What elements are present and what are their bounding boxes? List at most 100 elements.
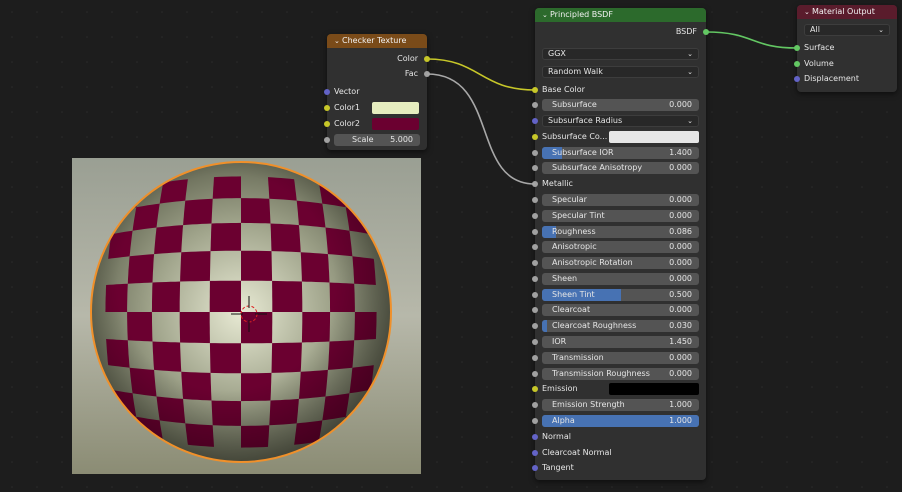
ior-slider[interactable]: IOR 1.450 [542, 336, 699, 348]
color1-swatch[interactable] [372, 102, 419, 114]
grid-dot [511, 136, 513, 138]
anisotropic-socket[interactable] [532, 244, 538, 250]
specular-tint-slider[interactable]: Specular Tint 0.000 [542, 210, 699, 222]
sheen-tint-slider[interactable]: Sheen Tint 0.500 [542, 289, 699, 301]
subsurface-anisotropy-row: Subsurface Anisotropy 0.000 [532, 160, 706, 176]
output-color-label: Color [397, 54, 418, 63]
subsurface-slider[interactable]: Subsurface 0.000 [542, 99, 699, 111]
vector-input-socket[interactable] [324, 89, 330, 95]
specular-socket[interactable] [532, 197, 538, 203]
grid-dot [436, 86, 438, 88]
clearcoat-socket[interactable] [532, 307, 538, 313]
chevron-down-icon[interactable]: ⌄ [542, 8, 550, 22]
sheen-tint-value: 0.500 [669, 290, 692, 299]
subsurface-anisotropy-socket[interactable] [532, 165, 538, 171]
subsurface-method-dropdown[interactable]: Random Walk ⌄ [542, 66, 699, 78]
scale-field[interactable]: Scale 5.000 [334, 134, 420, 146]
clearcoat-normal-row: Clearcoat Normal [532, 445, 706, 461]
fac-output-socket[interactable] [424, 71, 430, 77]
clearcoat-roughness-socket[interactable] [532, 323, 538, 329]
base-color-socket[interactable] [532, 87, 538, 93]
color1-input-socket[interactable] [324, 105, 330, 111]
target-dropdown[interactable]: All ⌄ [804, 24, 890, 36]
surface-input-socket[interactable] [794, 45, 800, 51]
principled-bsdf-node[interactable]: ⌄ Principled BSDF BSDF GGX ⌄ Random Walk … [532, 8, 709, 480]
volume-input-socket[interactable] [794, 61, 800, 67]
scale-input-socket[interactable] [324, 137, 330, 143]
grid-dot [736, 136, 738, 138]
clearcoat-normal-socket[interactable] [532, 450, 538, 456]
grid-dot [211, 486, 213, 488]
checker-texture-header[interactable]: ⌄ Checker Texture [327, 34, 427, 48]
subsurface-radius-socket[interactable] [532, 118, 538, 124]
clearcoat-roughness-slider[interactable]: Clearcoat Roughness 0.030 [542, 320, 699, 332]
subsurface-ior-slider[interactable]: Subsurface IOR 1.400 [542, 147, 699, 159]
roughness-socket[interactable] [532, 229, 538, 235]
normal-socket[interactable] [532, 434, 538, 440]
grid-dot [186, 486, 188, 488]
grid-dot [236, 61, 238, 63]
clearcoat-slider[interactable]: Clearcoat 0.000 [542, 304, 699, 316]
emission-color-swatch[interactable] [609, 383, 699, 395]
displacement-input-socket[interactable] [794, 76, 800, 82]
material-output-header[interactable]: ⌄ Material Output [797, 5, 897, 19]
color2-input-socket[interactable] [324, 121, 330, 127]
subsurface-radius-dropdown[interactable]: Subsurface Radius ⌄ [542, 115, 699, 127]
roughness-value: 0.086 [669, 227, 692, 236]
subsurface-anisotropy-slider[interactable]: Subsurface Anisotropy 0.000 [542, 162, 699, 174]
grid-dot [486, 11, 488, 13]
grid-dot [511, 161, 513, 163]
sheen-socket[interactable] [532, 276, 538, 282]
specular-tint-socket[interactable] [532, 213, 538, 219]
emission-socket[interactable] [532, 386, 538, 392]
tangent-socket[interactable] [532, 465, 538, 471]
distribution-dropdown[interactable]: GGX ⌄ [542, 48, 699, 60]
alpha-slider[interactable]: Alpha 1.000 [542, 415, 699, 427]
subsurface-color-swatch[interactable] [609, 131, 699, 143]
subsurface-color-socket[interactable] [532, 134, 538, 140]
emission-strength-socket[interactable] [532, 402, 538, 408]
anisotropic-rotation-socket[interactable] [532, 260, 538, 266]
bsdf-output-socket[interactable] [703, 29, 709, 35]
chevron-down-icon[interactable]: ⌄ [804, 5, 812, 19]
color-output-socket[interactable] [424, 56, 430, 62]
grid-dot [461, 36, 463, 38]
subsurface-socket[interactable] [532, 102, 538, 108]
grid-dot [461, 461, 463, 463]
alpha-socket[interactable] [532, 418, 538, 424]
anisotropic-slider[interactable]: Anisotropic 0.000 [542, 241, 699, 253]
grid-dot [486, 86, 488, 88]
material-output-node[interactable]: ⌄ Material Output All ⌄ Surface Volume Di… [794, 5, 897, 92]
color2-swatch[interactable] [372, 118, 419, 130]
material-preview [72, 158, 421, 474]
roughness-slider[interactable]: Roughness 0.086 [542, 226, 699, 238]
grid-dot [461, 361, 463, 363]
grid-dot [11, 211, 13, 213]
transmission-slider[interactable]: Transmission 0.000 [542, 352, 699, 364]
specular-slider[interactable]: Specular 0.000 [542, 194, 699, 206]
transmission-roughness-socket[interactable] [532, 371, 538, 377]
grid-dot [86, 136, 88, 138]
grid-dot [136, 11, 138, 13]
grid-dot [461, 61, 463, 63]
grid-dot [736, 286, 738, 288]
anisotropic-rotation-slider[interactable]: Anisotropic Rotation 0.000 [542, 257, 699, 269]
grid-dot [861, 336, 863, 338]
grid-dot [711, 361, 713, 363]
transmission-roughness-slider[interactable]: Transmission Roughness 0.000 [542, 368, 699, 380]
checker-texture-node[interactable]: ⌄ Checker Texture Color Fac Vector Color1… [324, 34, 430, 150]
emission-strength-slider[interactable]: Emission Strength 1.000 [542, 399, 699, 411]
sheen-tint-socket[interactable] [532, 292, 538, 298]
grid-dot [461, 261, 463, 263]
clearcoat-roughness-slider-fill [542, 320, 547, 332]
ior-socket[interactable] [532, 339, 538, 345]
grid-dot [861, 211, 863, 213]
transmission-socket[interactable] [532, 355, 538, 361]
grid-dot [161, 36, 163, 38]
sheen-slider[interactable]: Sheen 0.000 [542, 273, 699, 285]
tangent-label: Tangent [542, 463, 574, 472]
principled-bsdf-header[interactable]: ⌄ Principled BSDF [535, 8, 706, 22]
metallic-socket[interactable] [532, 181, 538, 187]
chevron-down-icon[interactable]: ⌄ [334, 34, 342, 48]
subsurface-ior-socket[interactable] [532, 150, 538, 156]
